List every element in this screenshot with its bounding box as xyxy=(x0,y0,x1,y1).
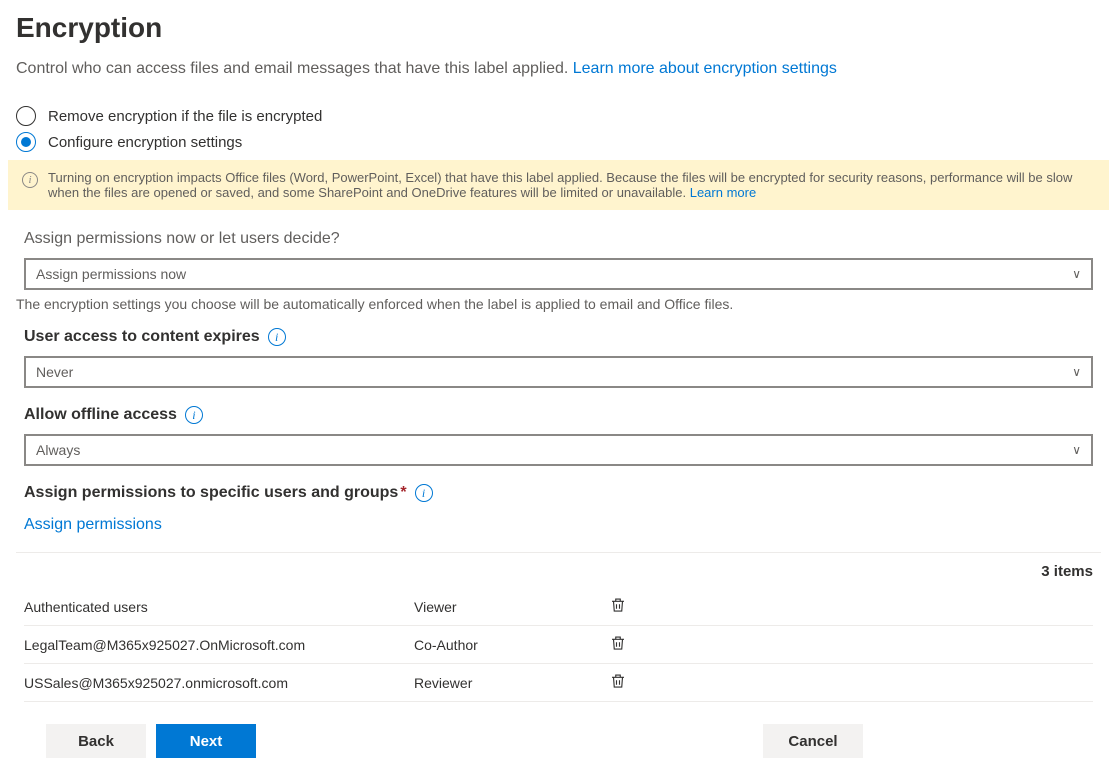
page-title: Encryption xyxy=(16,12,1101,44)
info-banner: i Turning on encryption impacts Office f… xyxy=(8,160,1109,210)
allow-offline-access-dropdown[interactable]: Always ∨ xyxy=(24,434,1093,466)
role-cell: Co-Author xyxy=(414,637,609,653)
items-count: 3 items xyxy=(16,563,1101,580)
role-cell: Viewer xyxy=(414,599,609,615)
user-cell: USSales@M365x925027.onmicrosoft.com xyxy=(24,675,414,691)
dropdown-value: Assign permissions now xyxy=(36,266,186,282)
encryption-mode-radio-group: Remove encryption if the file is encrypt… xyxy=(16,106,1101,152)
radio-label: Remove encryption if the file is encrypt… xyxy=(48,108,322,125)
assign-permissions-dropdown[interactable]: Assign permissions now ∨ xyxy=(24,258,1093,290)
cancel-button[interactable]: Cancel xyxy=(763,724,863,758)
permissions-table: Authenticated users Viewer LegalTeam@M36… xyxy=(16,588,1101,702)
user-cell: Authenticated users xyxy=(24,599,414,615)
chevron-down-icon: ∨ xyxy=(1072,443,1081,457)
info-icon: i xyxy=(22,172,38,188)
button-bar: Back Next Cancel xyxy=(16,724,1101,758)
dropdown-value: Never xyxy=(36,364,73,380)
table-row: USSales@M365x925027.onmicrosoft.com Revi… xyxy=(24,664,1093,702)
info-icon[interactable]: i xyxy=(415,484,433,502)
radio-remove-encryption[interactable]: Remove encryption if the file is encrypt… xyxy=(16,106,1101,126)
back-button[interactable]: Back xyxy=(46,724,146,758)
radio-configure-encryption[interactable]: Configure encryption settings xyxy=(16,132,1101,152)
next-button[interactable]: Next xyxy=(156,724,256,758)
assign-permissions-label: Assign permissions now or let users deci… xyxy=(24,230,1093,248)
label-text: Allow offline access xyxy=(24,406,177,424)
subtitle-text: Control who can access files and email m… xyxy=(16,60,573,77)
user-access-expires-label: User access to content expires i xyxy=(24,328,1093,346)
banner-text: Turning on encryption impacts Office fil… xyxy=(48,170,1072,200)
info-icon[interactable]: i xyxy=(268,328,286,346)
banner-learn-more-link[interactable]: Learn more xyxy=(690,185,756,200)
label-text: Assign permissions to specific users and… xyxy=(24,484,398,502)
learn-more-link[interactable]: Learn more about encryption settings xyxy=(573,60,837,77)
radio-label: Configure encryption settings xyxy=(48,134,242,151)
dropdown-value: Always xyxy=(36,442,80,458)
radio-icon xyxy=(16,132,36,152)
table-row: LegalTeam@M365x925027.OnMicrosoft.com Co… xyxy=(24,626,1093,664)
required-indicator: * xyxy=(400,484,406,502)
assign-specific-label: Assign permissions to specific users and… xyxy=(24,484,1093,502)
trash-icon[interactable] xyxy=(609,671,627,691)
info-icon[interactable]: i xyxy=(185,406,203,424)
trash-icon[interactable] xyxy=(609,595,627,615)
table-row: Authenticated users Viewer xyxy=(24,588,1093,626)
radio-icon xyxy=(16,106,36,126)
chevron-down-icon: ∨ xyxy=(1072,365,1081,379)
role-cell: Reviewer xyxy=(414,675,609,691)
user-cell: LegalTeam@M365x925027.OnMicrosoft.com xyxy=(24,637,414,653)
allow-offline-access-label: Allow offline access i xyxy=(24,406,1093,424)
chevron-down-icon: ∨ xyxy=(1072,267,1081,281)
page-subtitle: Control who can access files and email m… xyxy=(16,60,1101,78)
label-text: User access to content expires xyxy=(24,328,260,346)
divider xyxy=(16,552,1101,553)
assign-permissions-link[interactable]: Assign permissions xyxy=(24,516,162,534)
user-access-expires-dropdown[interactable]: Never ∨ xyxy=(24,356,1093,388)
assign-permissions-help-text: The encryption settings you choose will … xyxy=(16,296,1101,312)
trash-icon[interactable] xyxy=(609,633,627,653)
